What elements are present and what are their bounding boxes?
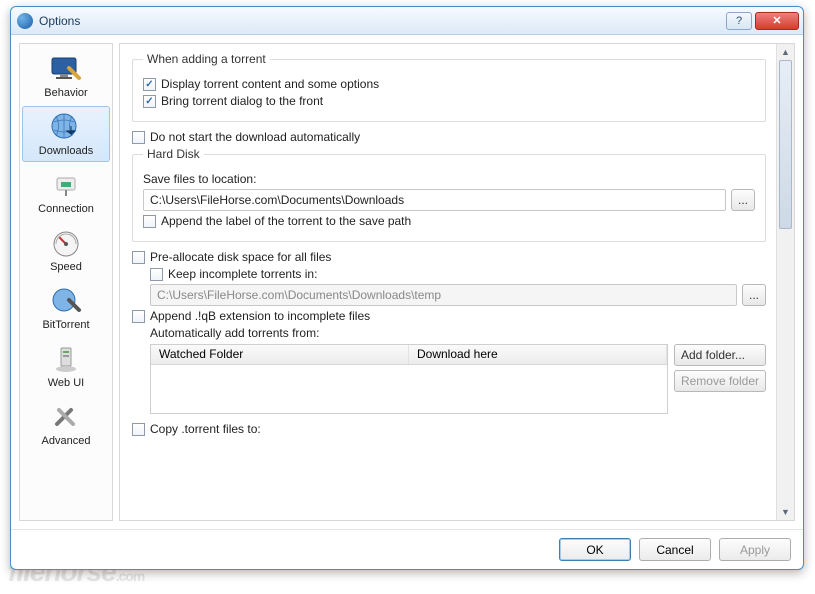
vertical-scrollbar[interactable]: ▲ ▼: [776, 44, 794, 520]
label-no-auto-start: Do not start the download automatically: [150, 130, 360, 144]
cancel-button[interactable]: Cancel: [639, 538, 711, 561]
sidebar-item-label: Web UI: [48, 377, 84, 389]
globe-wrench-icon: [48, 285, 84, 317]
checkbox-append-label[interactable]: [143, 215, 156, 228]
help-button[interactable]: ?: [726, 12, 752, 30]
watched-folders-table[interactable]: Watched Folder Download here: [150, 344, 668, 414]
close-button[interactable]: ✕: [755, 12, 799, 30]
input-save-location[interactable]: [143, 189, 726, 211]
scroll-thumb[interactable]: [779, 60, 792, 229]
browse-incomplete-button[interactable]: ...: [742, 284, 766, 306]
ok-button[interactable]: OK: [559, 538, 631, 561]
sidebar-item-webui[interactable]: Web UI: [22, 338, 110, 394]
sidebar-item-behavior[interactable]: Behavior: [22, 48, 110, 104]
window-title: Options: [39, 14, 723, 28]
sidebar-item-bittorrent[interactable]: BitTorrent: [22, 280, 110, 336]
sidebar-item-label: Behavior: [44, 87, 87, 99]
label-preallocate: Pre-allocate disk space for all files: [150, 250, 331, 264]
label-keep-incomplete: Keep incomplete torrents in:: [168, 267, 317, 281]
options-window: Options ? ✕ Behavior Downloads Con: [10, 6, 804, 570]
apply-button: Apply: [719, 538, 791, 561]
server-icon: [48, 343, 84, 375]
group-hard-disk: Hard Disk Save files to location: ... Ap…: [132, 147, 766, 242]
sidebar-item-speed[interactable]: Speed: [22, 222, 110, 278]
label-save-location: Save files to location:: [143, 172, 256, 186]
tools-icon: [48, 401, 84, 433]
group-legend: Hard Disk: [143, 147, 204, 161]
group-adding-torrent: When adding a torrent Display torrent co…: [132, 52, 766, 122]
group-legend: When adding a torrent: [143, 52, 270, 66]
sidebar-item-label: BitTorrent: [42, 319, 89, 331]
dialog-footer: OK Cancel Apply: [11, 529, 803, 569]
checkbox-append-qb[interactable]: [132, 310, 145, 323]
checkbox-no-auto-start[interactable]: [132, 131, 145, 144]
gauge-icon: [48, 227, 84, 259]
sidebar-item-advanced[interactable]: Advanced: [22, 396, 110, 452]
sidebar-item-label: Speed: [50, 261, 82, 273]
sidebar-item-label: Connection: [38, 203, 94, 215]
label-append-qb: Append .!qB extension to incomplete file…: [150, 309, 370, 323]
label-copy-torrent: Copy .torrent files to:: [150, 422, 261, 436]
label-append-label: Append the label of the torrent to the s…: [161, 214, 411, 228]
add-folder-button[interactable]: Add folder...: [674, 344, 766, 366]
app-icon: [17, 13, 33, 29]
checkbox-preallocate[interactable]: [132, 251, 145, 264]
label-display-content: Display torrent content and some options: [161, 77, 379, 91]
label-auto-add: Automatically add torrents from:: [150, 326, 319, 340]
input-incomplete-path: [150, 284, 737, 306]
main-panel: When adding a torrent Display torrent co…: [119, 43, 795, 521]
sidebar: Behavior Downloads Connection Speed: [19, 43, 113, 521]
sidebar-item-label: Advanced: [42, 435, 91, 447]
ethernet-icon: [48, 169, 84, 201]
label-bring-front: Bring torrent dialog to the front: [161, 94, 323, 108]
globe-download-icon: [48, 111, 84, 143]
checkbox-bring-front[interactable]: [143, 95, 156, 108]
sidebar-item-label: Downloads: [39, 145, 93, 157]
sidebar-item-downloads[interactable]: Downloads: [22, 106, 110, 162]
titlebar[interactable]: Options ? ✕: [11, 7, 803, 35]
monitor-wrench-icon: [48, 53, 84, 85]
browse-save-location-button[interactable]: ...: [731, 189, 755, 211]
sidebar-item-connection[interactable]: Connection: [22, 164, 110, 220]
scroll-content: When adding a torrent Display torrent co…: [120, 44, 776, 520]
remove-folder-button: Remove folder: [674, 370, 766, 392]
checkbox-display-content[interactable]: [143, 78, 156, 91]
col-download-here[interactable]: Download here: [409, 345, 667, 364]
scroll-up-arrow-icon[interactable]: ▲: [777, 44, 794, 60]
content-area: Behavior Downloads Connection Speed: [11, 35, 803, 529]
col-watched-folder[interactable]: Watched Folder: [151, 345, 409, 364]
checkbox-keep-incomplete[interactable]: [150, 268, 163, 281]
checkbox-copy-torrent[interactable]: [132, 423, 145, 436]
scroll-down-arrow-icon[interactable]: ▼: [777, 504, 794, 520]
